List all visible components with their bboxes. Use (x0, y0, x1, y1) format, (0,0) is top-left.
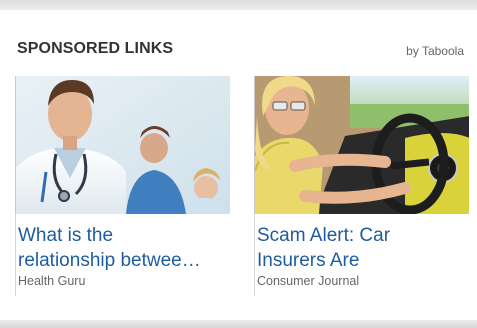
source-label: Health Guru (18, 274, 86, 288)
headline-link-2[interactable]: Scam Alert: Car Insurers Are (257, 223, 469, 273)
headline-line-1: Scam Alert: Car (257, 225, 391, 246)
divider (15, 214, 16, 296)
sponsored-card-2[interactable]: Scam Alert: Car Insurers Are Consumer Jo… (254, 76, 469, 296)
headline-line-2: relationship betwee… (18, 250, 201, 271)
woman-driving-photo-icon (255, 76, 469, 214)
doctor-photo-icon (16, 76, 230, 214)
headline-line-2: Insurers Are (257, 250, 360, 271)
widget-title: SPONSORED LINKS (17, 40, 174, 57)
headline-link-1[interactable]: What is the relationship betwee… (18, 223, 230, 273)
top-border (0, 0, 477, 10)
source-label: Consumer Journal (257, 274, 360, 288)
sponsored-card-1[interactable]: What is the relationship betwee… Health … (15, 76, 230, 296)
divider (254, 214, 255, 296)
woman-driving-photo-thumbnail[interactable] (254, 76, 469, 214)
headline-line-1: What is the (18, 225, 114, 246)
bottom-border (0, 320, 477, 328)
doctor-photo-thumbnail[interactable] (15, 76, 230, 214)
taboola-attribution-link[interactable]: by Taboola (406, 44, 464, 58)
sponsored-widget: SPONSORED LINKS by Taboola What is the r… (0, 0, 477, 328)
